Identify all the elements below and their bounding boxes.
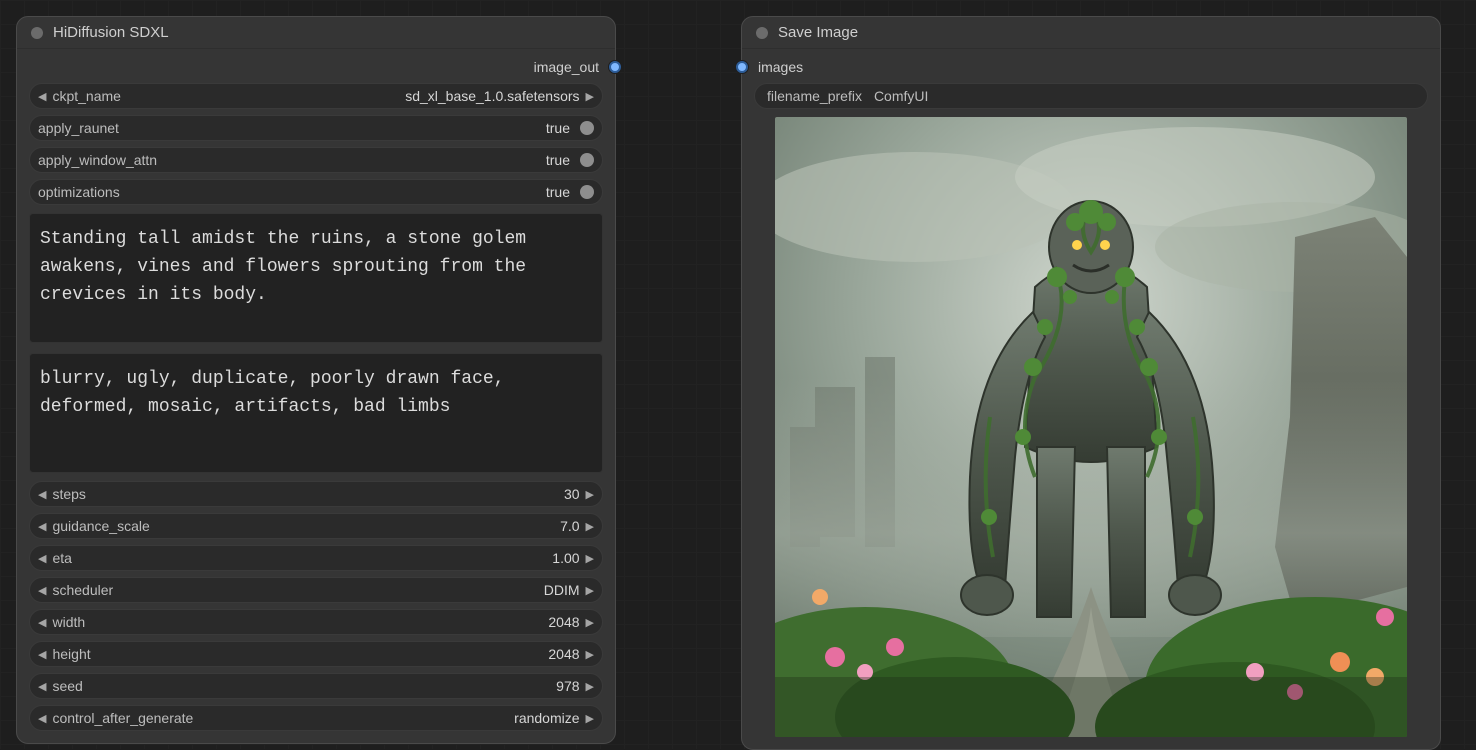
arrow-right-icon[interactable]: ▶ (586, 520, 594, 533)
arrow-left-icon[interactable]: ◀ (38, 680, 46, 693)
param-height[interactable]: ◀ height 2048 ▶ (29, 641, 603, 667)
arrow-left-icon[interactable]: ◀ (38, 488, 46, 501)
node-save-image[interactable]: Save Image images filename_prefix ComfyU… (741, 16, 1441, 750)
arrow-right-icon[interactable]: ▶ (586, 712, 594, 725)
param-control-after-generate[interactable]: ◀ control_after_generate randomize ▶ (29, 705, 603, 731)
arrow-right-icon[interactable]: ▶ (586, 90, 594, 103)
toggle-icon[interactable] (580, 185, 594, 199)
positive-prompt-input[interactable]: Standing tall amidst the ruins, a stone … (29, 213, 603, 343)
param-seed[interactable]: ◀ seed 978 ▶ (29, 673, 603, 699)
port-in-images[interactable] (736, 61, 748, 73)
arrow-left-icon[interactable]: ◀ (38, 616, 46, 629)
param-apply-raunet[interactable]: apply_raunet true (29, 115, 603, 141)
param-scheduler[interactable]: ◀ scheduler DDIM ▶ (29, 577, 603, 603)
param-eta[interactable]: ◀ eta 1.00 ▶ (29, 545, 603, 571)
param-filename-prefix[interactable]: filename_prefix ComfyUI (754, 83, 1428, 109)
arrow-left-icon[interactable]: ◀ (38, 584, 46, 597)
arrow-right-icon[interactable]: ▶ (586, 616, 594, 629)
arrow-right-icon[interactable]: ▶ (586, 680, 594, 693)
param-width[interactable]: ◀ width 2048 ▶ (29, 609, 603, 635)
output-image-preview[interactable] (775, 117, 1407, 737)
arrow-left-icon[interactable]: ◀ (38, 712, 46, 725)
node-hidiffusion-sdxl[interactable]: HiDiffusion SDXL image_out ◀ ckpt_name s… (16, 16, 616, 744)
param-optimizations[interactable]: optimizations true (29, 179, 603, 205)
node-header[interactable]: Save Image (742, 17, 1440, 49)
arrow-left-icon[interactable]: ◀ (38, 552, 46, 565)
toggle-icon[interactable] (580, 121, 594, 135)
arrow-left-icon[interactable]: ◀ (38, 520, 46, 533)
negative-prompt-input[interactable]: blurry, ugly, duplicate, poorly drawn fa… (29, 353, 603, 473)
preview-image-svg (775, 117, 1407, 737)
param-apply-window-attn[interactable]: apply_window_attn true (29, 147, 603, 173)
node-title: Save Image (778, 24, 858, 41)
toggle-icon[interactable] (580, 153, 594, 167)
arrow-right-icon[interactable]: ▶ (586, 552, 594, 565)
arrow-right-icon[interactable]: ▶ (586, 648, 594, 661)
node-collapse-dot[interactable] (31, 27, 43, 39)
arrow-right-icon[interactable]: ▶ (586, 584, 594, 597)
param-guidance-scale[interactable]: ◀ guidance_scale 7.0 ▶ (29, 513, 603, 539)
output-slot-image-out[interactable]: image_out (29, 59, 603, 77)
port-out-image[interactable] (609, 61, 621, 73)
node-collapse-dot[interactable] (756, 27, 768, 39)
param-ckpt-name[interactable]: ◀ ckpt_name sd_xl_base_1.0.safetensors ▶ (29, 83, 603, 109)
arrow-left-icon[interactable]: ◀ (38, 90, 46, 103)
input-slot-images[interactable]: images (754, 59, 1428, 77)
arrow-left-icon[interactable]: ◀ (38, 648, 46, 661)
param-steps[interactable]: ◀ steps 30 ▶ (29, 481, 603, 507)
node-title: HiDiffusion SDXL (53, 24, 169, 41)
arrow-right-icon[interactable]: ▶ (586, 488, 594, 501)
node-header[interactable]: HiDiffusion SDXL (17, 17, 615, 49)
